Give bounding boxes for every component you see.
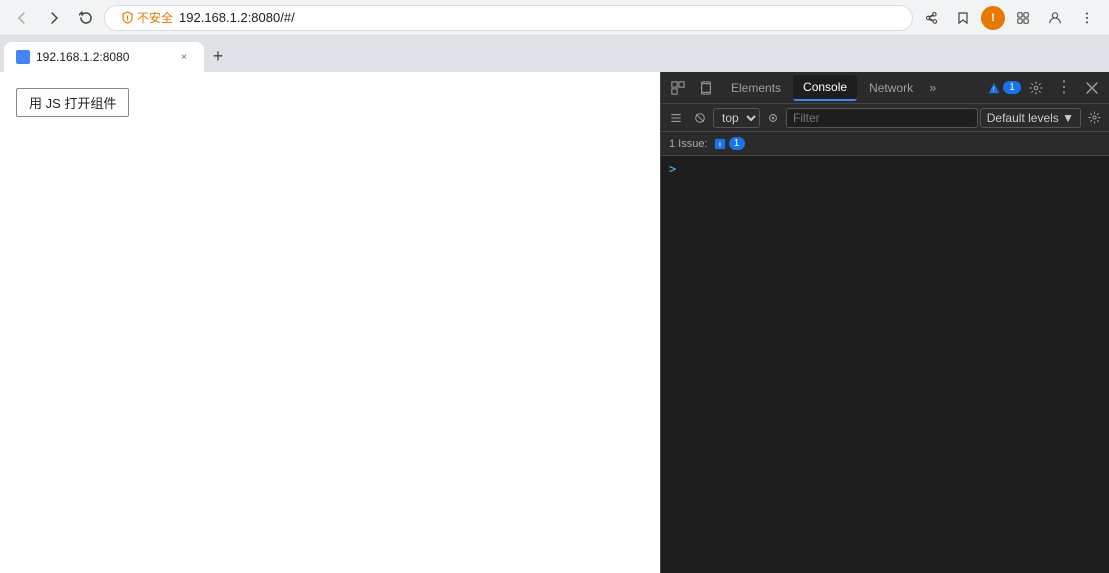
- console-output[interactable]: >: [661, 156, 1109, 573]
- console-settings-button[interactable]: [1083, 107, 1105, 129]
- address-bar[interactable]: 不安全 192.168.1.2:8080/#/: [104, 5, 913, 31]
- inspect-element-button[interactable]: [665, 75, 691, 101]
- forward-button[interactable]: [40, 4, 68, 32]
- active-tab[interactable]: 192.168.1.2:8080 ×: [4, 42, 204, 72]
- context-selector[interactable]: top: [713, 108, 760, 128]
- devtools-settings-button[interactable]: [1023, 75, 1049, 101]
- share-button[interactable]: [917, 4, 945, 32]
- nav-bar: 不安全 192.168.1.2:8080/#/ !: [0, 0, 1109, 36]
- back-button[interactable]: [8, 4, 36, 32]
- issues-label: 1 Issue:: [669, 138, 708, 150]
- menu-button[interactable]: [1073, 4, 1101, 32]
- issue-badge: 1: [1003, 81, 1021, 94]
- more-tabs-button[interactable]: »: [925, 80, 940, 95]
- tab-favicon: [16, 50, 30, 64]
- extensions-button[interactable]: [1009, 4, 1037, 32]
- network-tab[interactable]: Network: [859, 75, 923, 101]
- profile-button[interactable]: [1041, 4, 1069, 32]
- devtools-panel: Elements Console Network » ! 1 ⋮: [660, 72, 1109, 573]
- console-secondary-bar: top Default levels ▼: [661, 104, 1109, 132]
- devtools-close-button[interactable]: [1079, 75, 1105, 101]
- issue-item[interactable]: i 1: [714, 137, 745, 150]
- issue-item-icon: i: [714, 138, 726, 150]
- elements-tab[interactable]: Elements: [721, 75, 791, 101]
- tab-title: 192.168.1.2:8080: [36, 50, 170, 64]
- svg-text:i: i: [719, 141, 721, 148]
- default-levels-button[interactable]: Default levels ▼: [980, 108, 1081, 128]
- console-tab[interactable]: Console: [793, 75, 857, 101]
- reload-button[interactable]: [72, 4, 100, 32]
- console-sidebar-button[interactable]: [665, 107, 687, 129]
- issues-bar: 1 Issue: i 1: [661, 132, 1109, 156]
- issue-count-badge: 1: [729, 137, 745, 150]
- tab-bar: 192.168.1.2:8080 × +: [0, 36, 1109, 72]
- extension-icon[interactable]: !: [981, 6, 1005, 30]
- more-options-icon: ⋮: [1056, 80, 1072, 96]
- console-clear-button[interactable]: [689, 107, 711, 129]
- issue-icon: !: [987, 81, 1001, 95]
- bookmark-button[interactable]: [949, 4, 977, 32]
- security-text: 不安全: [137, 9, 173, 26]
- new-tab-button[interactable]: +: [204, 42, 232, 70]
- svg-text:!: !: [993, 86, 995, 93]
- address-text: 192.168.1.2:8080/#/: [179, 10, 902, 25]
- main-area: 用 JS 打开组件 Elements Console Network » !: [0, 72, 1109, 573]
- tab-close-button[interactable]: ×: [176, 49, 192, 65]
- console-prompt-line[interactable]: >: [661, 160, 1109, 178]
- page-content: 用 JS 打开组件: [0, 72, 660, 573]
- devtools-more-button[interactable]: ⋮: [1051, 75, 1077, 101]
- security-indicator: 不安全: [115, 7, 179, 28]
- device-toggle-button[interactable]: [693, 75, 719, 101]
- live-expressions-button[interactable]: [762, 107, 784, 129]
- devtools-toolbar: Elements Console Network » ! 1 ⋮: [661, 72, 1109, 104]
- filter-input[interactable]: [786, 108, 978, 128]
- prompt-arrow: >: [669, 162, 676, 176]
- open-component-button[interactable]: 用 JS 打开组件: [16, 88, 129, 117]
- browser-frame: 不安全 192.168.1.2:8080/#/ ! 192.168.1.2:80…: [0, 0, 1109, 573]
